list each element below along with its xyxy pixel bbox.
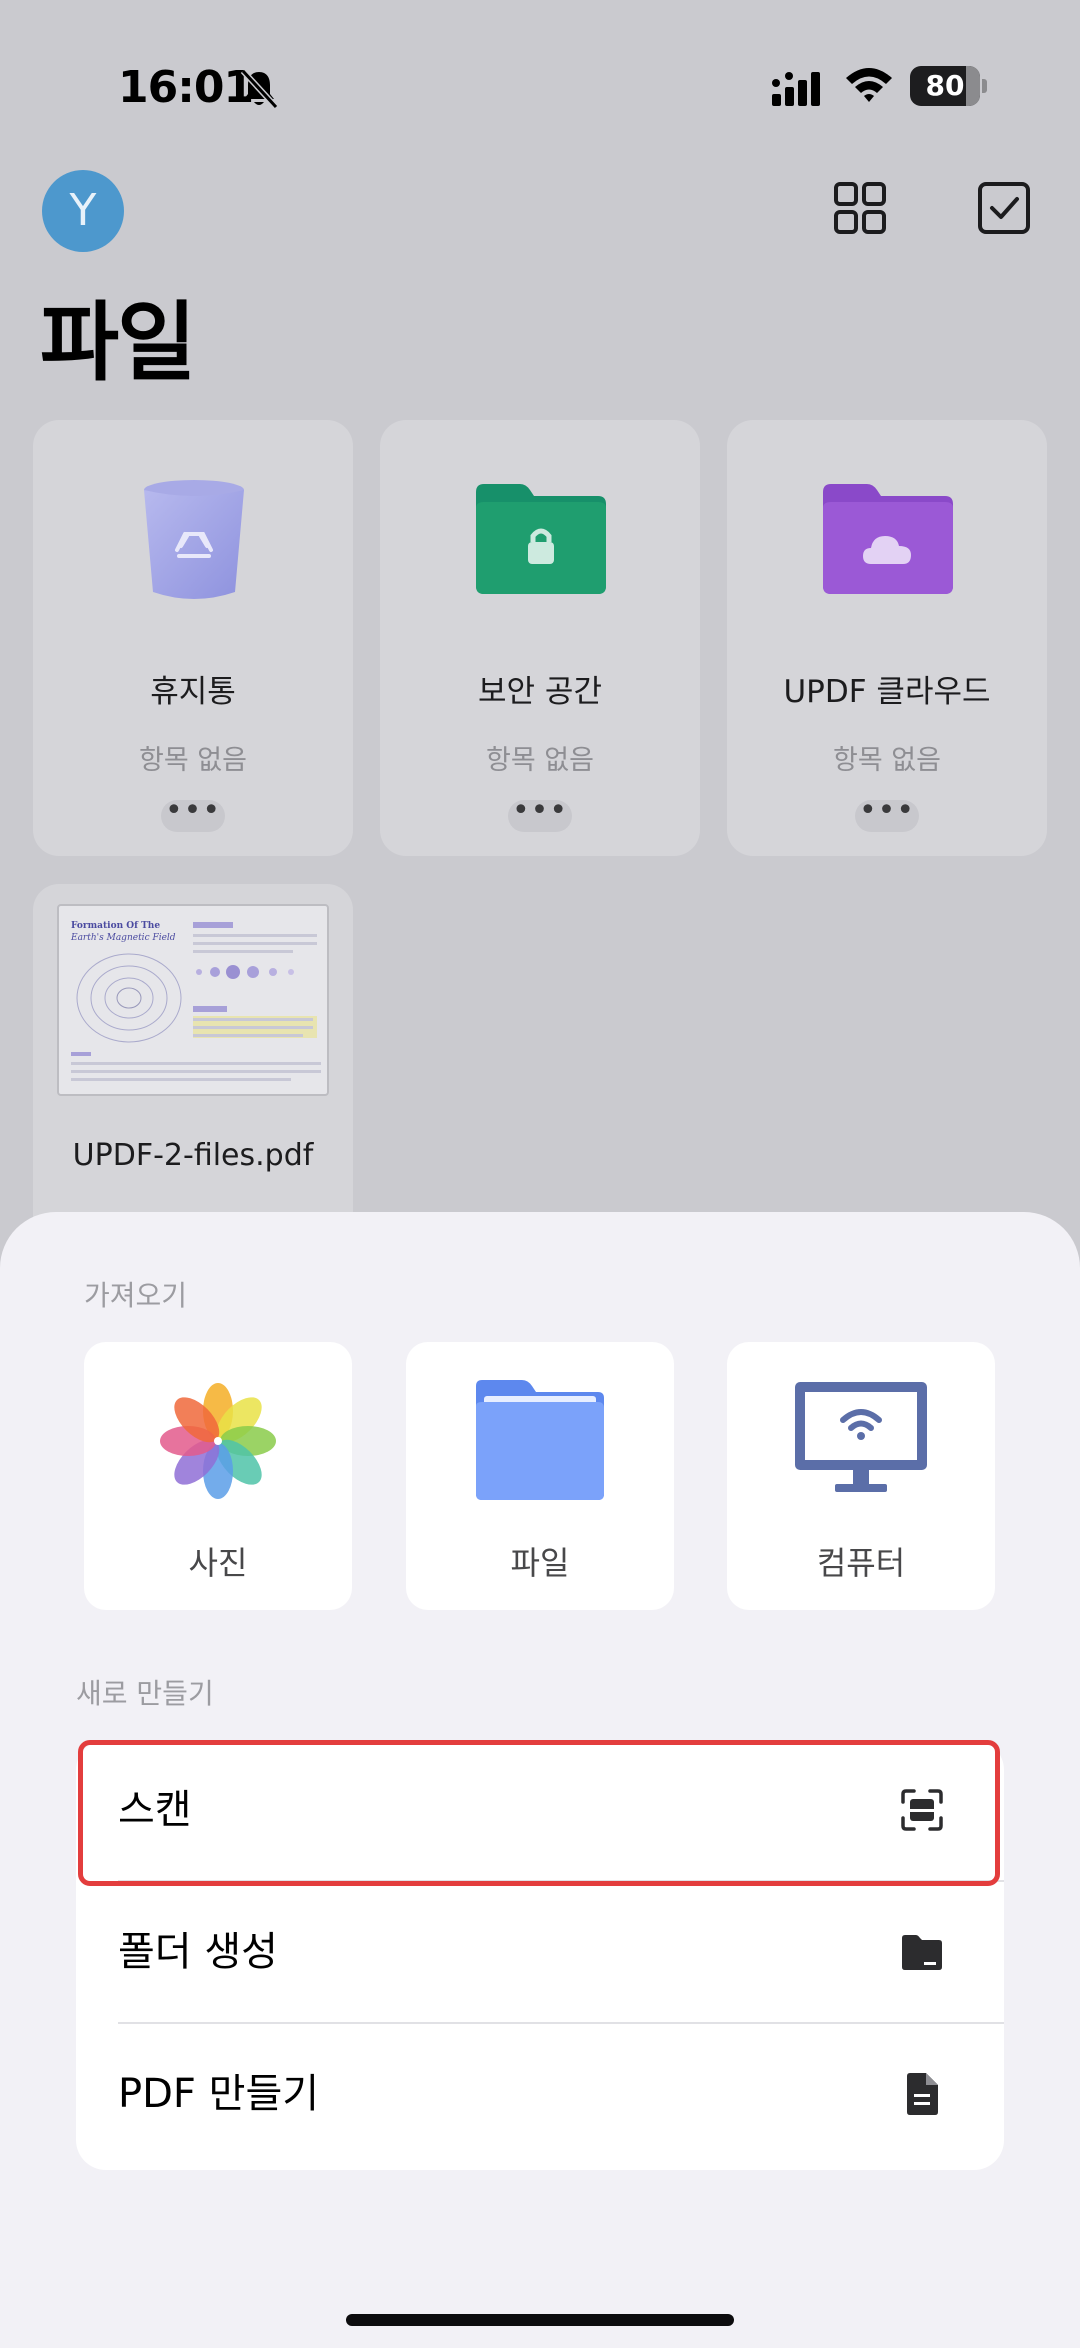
select-checkbox-icon[interactable] bbox=[976, 180, 1032, 236]
scan-highlight-box bbox=[78, 1740, 1000, 1886]
updf-cloud-card[interactable]: UPDF 클라우드 항목 없음 ••• bbox=[727, 420, 1047, 856]
tile-label: 파일 bbox=[510, 1544, 570, 1582]
tile-label: 사진 bbox=[188, 1544, 248, 1582]
trash-bin-icon bbox=[129, 476, 259, 606]
cloud-folder-icon bbox=[823, 476, 953, 606]
avatar[interactable]: Y bbox=[42, 170, 124, 252]
import-files-button[interactable]: 파일 bbox=[406, 1342, 674, 1610]
import-section-label: 가져오기 bbox=[84, 1279, 188, 1312]
card-title: UPDF 클라우드 bbox=[783, 674, 991, 710]
bell-muted-icon bbox=[236, 66, 282, 112]
page-title: 파일 bbox=[40, 293, 196, 393]
card-subtitle: 항목 없음 bbox=[833, 745, 941, 776]
photos-icon bbox=[148, 1376, 288, 1506]
cellular-signal-icon bbox=[772, 70, 828, 110]
import-computer-button[interactable]: 컴퓨터 bbox=[727, 1342, 995, 1610]
secure-space-card[interactable]: 보안 공간 항목 없음 ••• bbox=[380, 420, 700, 856]
home-indicator[interactable] bbox=[346, 2314, 734, 2326]
import-photos-button[interactable]: 사진 bbox=[84, 1342, 352, 1610]
grid-view-icon[interactable] bbox=[832, 180, 888, 236]
card-title: 보안 공간 bbox=[478, 674, 602, 710]
battery-icon: 80 bbox=[910, 66, 987, 106]
files-folder-icon bbox=[470, 1376, 610, 1506]
card-title: 휴지통 bbox=[150, 674, 236, 710]
pdf-thumbnail: Formation Of The Earth's Magnetic Field bbox=[57, 904, 329, 1096]
create-pdf-row[interactable]: PDF 만들기 bbox=[76, 2024, 1004, 2164]
computer-wifi-icon bbox=[791, 1376, 931, 1506]
card-subtitle: 항목 없음 bbox=[139, 745, 247, 776]
row-label: 폴더 생성 bbox=[118, 1929, 278, 1975]
card-subtitle: 항목 없음 bbox=[486, 745, 594, 776]
document-icon bbox=[900, 2072, 944, 2116]
more-options-button[interactable]: ••• bbox=[855, 796, 919, 832]
trash-card[interactable]: 휴지통 항목 없음 ••• bbox=[33, 420, 353, 856]
status-bar: 16:01 80 bbox=[0, 0, 1080, 170]
locked-folder-icon bbox=[476, 476, 606, 606]
more-options-button[interactable]: ••• bbox=[508, 796, 572, 832]
thumb-title-line2: Earth's Magnetic Field bbox=[70, 933, 176, 943]
battery-level: 80 bbox=[925, 69, 965, 102]
tile-label: 컴퓨터 bbox=[816, 1544, 906, 1582]
create-folder-row[interactable]: 폴더 생성 bbox=[76, 1882, 1004, 2022]
wifi-icon bbox=[844, 64, 894, 106]
more-options-button[interactable]: ••• bbox=[161, 796, 225, 832]
row-label: PDF 만들기 bbox=[118, 2071, 320, 2117]
create-new-section-label: 새로 만들기 bbox=[76, 1677, 214, 1710]
pdf-file-card[interactable]: Formation Of The Earth's Magnetic Field bbox=[33, 884, 353, 1244]
status-time: 16:01 bbox=[118, 62, 254, 113]
folder-icon bbox=[900, 1930, 944, 1974]
thumb-title-line1: Formation Of The bbox=[71, 921, 160, 931]
file-name: UPDF-2-files.pdf bbox=[72, 1138, 314, 1173]
